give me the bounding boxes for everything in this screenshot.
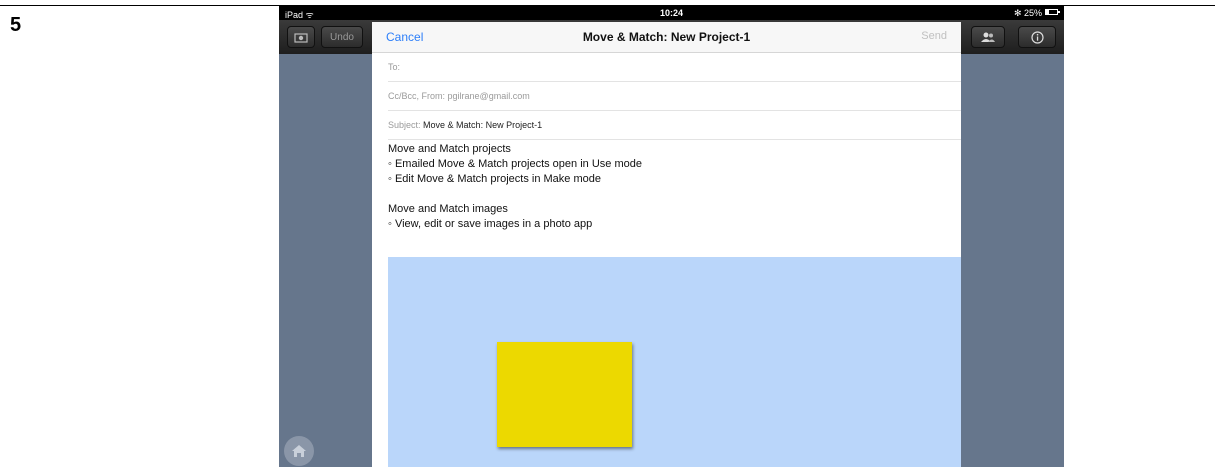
projects-section: Move and Match projects ◦ Emailed Move &… (388, 142, 948, 187)
home-icon (292, 445, 306, 457)
image-attachment[interactable] (388, 257, 961, 467)
subject-field[interactable]: Subject: Move & Match: New Project-1 (388, 111, 961, 140)
battery-percentage: ✻ 25% (1013, 8, 1042, 18)
photo-icon (294, 33, 308, 43)
from-address: pgilrane@gmail.com (447, 91, 530, 101)
step-number: 5 (10, 14, 22, 36)
cc-bcc-from-label: Cc/Bcc, From: (388, 91, 446, 101)
mail-compose-sheet: Cancel Move & Match: New Project-1 Send … (372, 22, 961, 467)
to-label: To: (388, 62, 401, 72)
status-bar: iPad ᯤ 10:24 ✻ 25% (279, 6, 1064, 20)
projects-bullet-1: ◦ Emailed Move & Match projects open in … (388, 158, 642, 170)
subject-label: Subject: (388, 120, 421, 130)
projects-bullet-2: ◦ Edit Move & Match projects in Make mod… (388, 173, 601, 185)
battery-icon (1045, 9, 1060, 15)
message-body[interactable]: Move and Match projects ◦ Emailed Move &… (388, 142, 948, 247)
status-time: 10:24 (659, 8, 684, 18)
ipad-screen: iPad ᯤ 10:24 ✻ 25% Undo Cancel Move & Ma… (279, 6, 1064, 467)
images-heading: Move and Match images (388, 203, 508, 215)
send-button[interactable]: Send (921, 30, 947, 42)
to-field[interactable]: To: (388, 53, 961, 82)
users-icon (981, 32, 995, 42)
images-bullet-1: ◦ View, edit or save images in a photo a… (388, 218, 593, 230)
info-icon (1030, 31, 1044, 44)
compose-title: Move & Match: New Project-1 (582, 30, 751, 44)
info-button[interactable] (1018, 26, 1056, 48)
yellow-square-shape (497, 342, 632, 447)
compose-nav-bar: Cancel Move & Match: New Project-1 Send (372, 22, 961, 53)
undo-button[interactable]: Undo (321, 26, 363, 48)
images-section: Move and Match images ◦ View, edit or sa… (388, 202, 948, 232)
subject-value: Move & Match: New Project-1 (423, 120, 543, 130)
cc-bcc-from-field[interactable]: Cc/Bcc, From: pgilrane@gmail.com (388, 82, 961, 111)
photo-button[interactable] (287, 26, 315, 48)
projects-heading: Move and Match projects (388, 143, 511, 155)
users-button[interactable] (971, 26, 1005, 48)
home-button[interactable] (284, 436, 314, 466)
